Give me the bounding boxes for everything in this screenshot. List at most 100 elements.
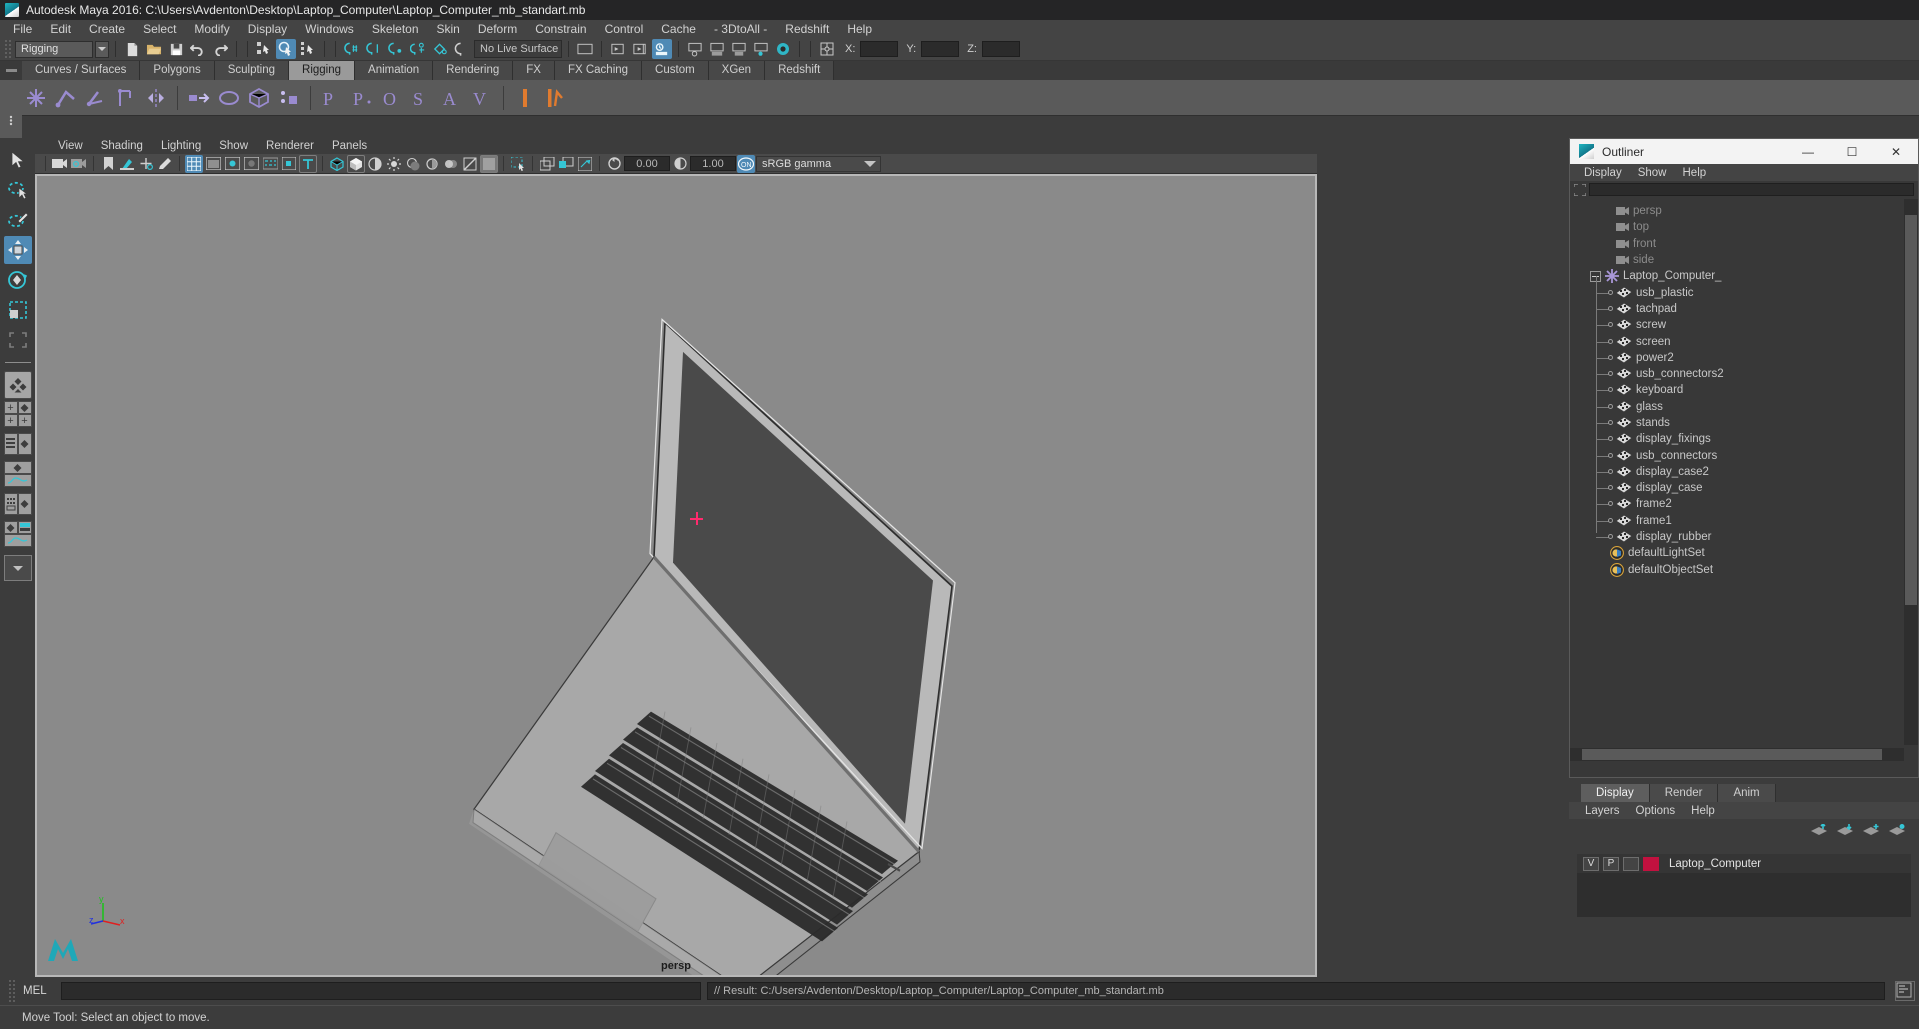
persp-spreadsheet-layout-icon[interactable]: [3, 493, 18, 515]
save-scene-icon[interactable]: [166, 39, 186, 59]
outliner-item-screen[interactable]: screen: [1570, 324, 1904, 349]
human-ik-icon[interactable]: [541, 83, 569, 113]
viewport-menu-shading[interactable]: Shading: [92, 140, 152, 152]
outliner-item-frame2[interactable]: frame2: [1570, 487, 1904, 512]
xray-joints-icon[interactable]: [538, 155, 556, 173]
persp-graph-editor-layout-icon[interactable]: [3, 474, 32, 487]
shade-with-textures-icon[interactable]: [366, 155, 384, 173]
new-layer-icon[interactable]: [1863, 823, 1879, 837]
menu-3dtoall[interactable]: - 3DtoAll -: [705, 20, 776, 38]
outliner-item-front[interactable]: front: [1570, 236, 1904, 252]
outliner-item-frame1[interactable]: frame1: [1570, 503, 1904, 529]
menu-edit[interactable]: Edit: [41, 20, 80, 38]
create-joint-icon[interactable]: [22, 83, 50, 113]
motion-blur-icon[interactable]: [442, 155, 460, 173]
mirror-joint-icon[interactable]: [142, 83, 170, 113]
layout-more-dropdown-icon[interactable]: [3, 555, 32, 581]
render-sequence-icon[interactable]: [630, 39, 650, 59]
new-layer-from-selected-icon[interactable]: [1889, 823, 1905, 837]
multisample-aa-icon[interactable]: [461, 155, 479, 173]
smooth-bind-icon[interactable]: [185, 83, 213, 113]
coord-x-field[interactable]: [860, 41, 899, 57]
exposure-field[interactable]: 0.00: [624, 156, 670, 171]
coord-z-field[interactable]: [981, 41, 1020, 57]
persp-outliner-layout-icon[interactable]: [17, 401, 32, 414]
outliner-item-screw[interactable]: screw: [1570, 308, 1904, 333]
bookmark-icon[interactable]: [99, 155, 117, 173]
wireframe-shading-icon[interactable]: [328, 155, 346, 173]
command-language-label[interactable]: MEL: [23, 985, 55, 997]
menu-cache[interactable]: Cache: [652, 20, 705, 38]
image-plane-icon[interactable]: [118, 155, 136, 173]
menu-redshift[interactable]: Redshift: [776, 20, 838, 38]
outliner-item-default-object-set[interactable]: defaultObjectSet: [1570, 562, 1904, 578]
two-pane-stacked-layout-icon[interactable]: +: [17, 414, 32, 427]
outliner-persp-layout-group[interactable]: [3, 433, 32, 455]
shelf-tab-curves-surfaces[interactable]: Curves / Surfaces: [22, 61, 141, 80]
layer-shading-toggle[interactable]: [1623, 856, 1639, 871]
two-pane-side-layout-icon[interactable]: +: [3, 414, 18, 427]
outliner-item-default-light-set[interactable]: defaultLightSet: [1570, 545, 1904, 561]
resolution-gate-icon[interactable]: [223, 155, 241, 173]
film-gate-icon[interactable]: [204, 155, 222, 173]
texture-border-icon[interactable]: [576, 155, 594, 173]
persp-hypershade-layout-icon[interactable]: [3, 521, 18, 534]
outliner-item-usb-plastic[interactable]: usb_plastic: [1570, 275, 1904, 300]
layer-menu-help[interactable]: Help: [1683, 805, 1723, 817]
move-layer-up-icon[interactable]: [1811, 823, 1827, 837]
make-live-icon[interactable]: [452, 39, 472, 59]
smooth-shade-all-icon[interactable]: [347, 154, 365, 173]
camera-attributes-icon[interactable]: [70, 155, 88, 173]
scrollbar-thumb[interactable]: [1582, 749, 1882, 760]
screen-space-ao-icon[interactable]: [423, 155, 441, 173]
menu-display[interactable]: Display: [239, 20, 296, 38]
display-layer-list[interactable]: V P Laptop_Computer: [1577, 854, 1911, 917]
parent-constraint-icon[interactable]: P: [318, 83, 346, 113]
layer-visibility-toggle[interactable]: V: [1583, 856, 1599, 871]
xray-active-components-icon[interactable]: [557, 155, 575, 173]
select-object-icon[interactable]: [276, 39, 296, 59]
filter-icon[interactable]: [1574, 183, 1586, 196]
last-tool-icon[interactable]: [4, 326, 32, 354]
viewport-menu-panels[interactable]: Panels: [323, 140, 376, 152]
outliner-menu-help[interactable]: Help: [1675, 167, 1715, 179]
shelf-tab-animation[interactable]: Animation: [355, 61, 434, 80]
snap-to-curve-icon[interactable]: [364, 39, 384, 59]
snap-to-point-icon[interactable]: [386, 39, 406, 59]
quick-rig-icon[interactable]: [511, 83, 539, 113]
grid-toggle-icon[interactable]: [185, 154, 203, 173]
scale-tool-icon[interactable]: [4, 296, 32, 324]
viewport-menu-renderer[interactable]: Renderer: [257, 140, 323, 152]
outliner-item-side[interactable]: side: [1570, 252, 1904, 268]
outliner-menu-show[interactable]: Show: [1630, 167, 1675, 179]
orient-constraint-icon[interactable]: O: [378, 83, 406, 113]
snap-to-grid-icon[interactable]: [342, 39, 362, 59]
isolate-select-icon[interactable]: [509, 155, 527, 173]
layer-color-swatch[interactable]: [1643, 856, 1659, 871]
select-component-icon[interactable]: [298, 39, 318, 59]
shelf-collapse-icon[interactable]: [0, 61, 22, 80]
menu-help[interactable]: Help: [838, 20, 881, 38]
shelf-tab-sculpting[interactable]: Sculpting: [214, 61, 290, 80]
outliner-item-power2[interactable]: power2: [1570, 340, 1904, 366]
move-layer-down-icon[interactable]: [1837, 823, 1853, 837]
viewport-menu-show[interactable]: Show: [210, 140, 257, 152]
open-light-editor-icon[interactable]: [751, 39, 771, 59]
snap-to-view-plane-icon[interactable]: [430, 39, 450, 59]
persp-graph-layout-icon[interactable]: [3, 461, 32, 474]
create-ik-handle-icon[interactable]: [52, 83, 80, 113]
layer-menu-layers[interactable]: Layers: [1577, 805, 1628, 817]
live-surface-field[interactable]: No Live Surface: [474, 40, 562, 58]
viewport-menu-lighting[interactable]: Lighting: [152, 140, 210, 152]
layer-playback-toggle[interactable]: P: [1603, 856, 1619, 871]
input-output-connections-icon[interactable]: [817, 39, 837, 59]
scale-constraint-icon[interactable]: S: [408, 83, 436, 113]
tab-display[interactable]: Display: [1581, 784, 1650, 802]
viewport-menu-view[interactable]: View: [49, 140, 92, 152]
gate-mask-icon[interactable]: [242, 155, 260, 173]
tab-render[interactable]: Render: [1649, 784, 1719, 802]
laptop-3d-model[interactable]: [37, 176, 1315, 975]
exposure-reset-icon[interactable]: [605, 155, 623, 173]
outliner-item-keyboard[interactable]: keyboard: [1570, 373, 1904, 398]
outliner-item-display-case2[interactable]: display_case2: [1570, 454, 1904, 480]
